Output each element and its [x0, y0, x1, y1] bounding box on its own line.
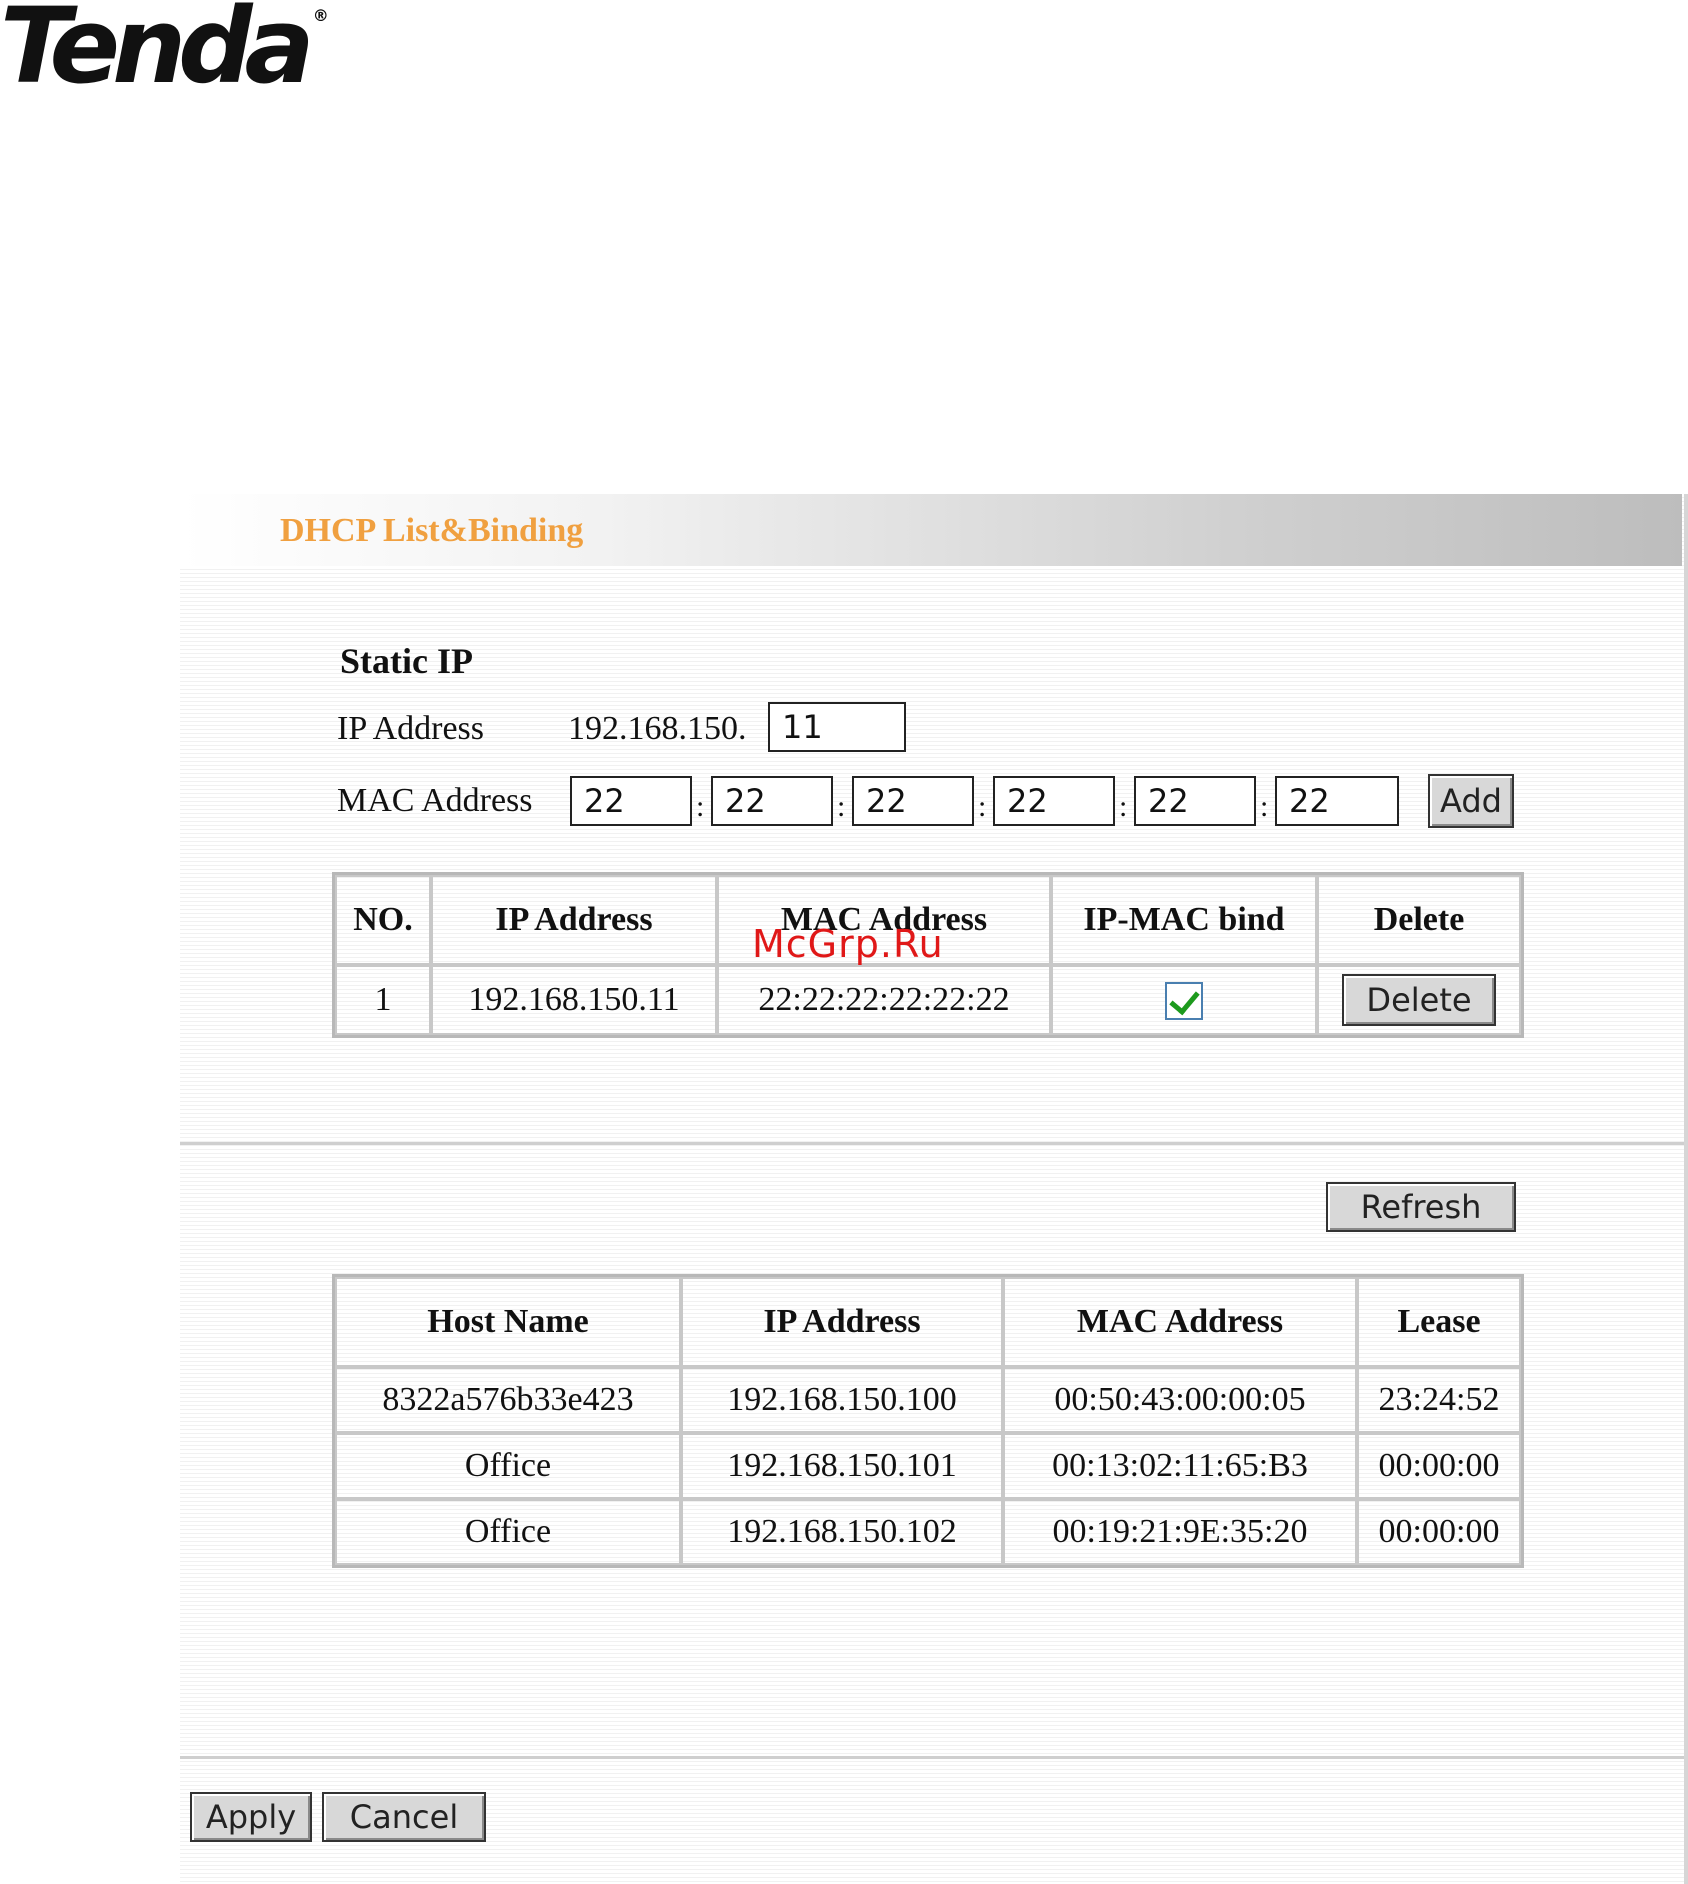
mac-separator: :	[1260, 790, 1269, 823]
mac-octet-1-input[interactable]	[570, 776, 692, 826]
cell-mac: 00:19:21:9E:35:20	[1003, 1499, 1357, 1565]
mac-octet-2-input[interactable]	[711, 776, 833, 826]
table-row: 1 192.168.150.11 22:22:22:22:22:22 Delet…	[335, 965, 1521, 1035]
cancel-button[interactable]: Cancel	[322, 1792, 486, 1842]
table-row: 8322a576b33e423 192.168.150.100 00:50:43…	[335, 1367, 1521, 1433]
mac-address-label: MAC Address	[337, 782, 533, 819]
ip-prefix: 192.168.150.	[568, 710, 747, 747]
col-host-name: Host Name	[335, 1277, 681, 1367]
row-delete-cell: Delete	[1317, 965, 1521, 1035]
page-title: DHCP List&Binding	[280, 512, 584, 549]
col-ip-address: IP Address	[681, 1277, 1003, 1367]
row-mac: 22:22:22:22:22:22	[717, 965, 1051, 1035]
cell-host: 8322a576b33e423	[335, 1367, 681, 1433]
mac-octet-4-input[interactable]	[993, 776, 1115, 826]
cell-host: Office	[335, 1433, 681, 1499]
col-no: NO.	[335, 875, 431, 965]
col-ip-address: IP Address	[431, 875, 717, 965]
divider	[180, 1142, 1684, 1145]
refresh-button[interactable]: Refresh	[1326, 1182, 1516, 1232]
cell-lease: 23:24:52	[1357, 1367, 1521, 1433]
add-button[interactable]: Add	[1428, 774, 1514, 828]
col-ip-mac-bind: IP-MAC bind	[1051, 875, 1317, 965]
apply-button[interactable]: Apply	[190, 1792, 312, 1842]
cell-mac: 00:13:02:11:65:B3	[1003, 1433, 1357, 1499]
row-no: 1	[335, 965, 431, 1035]
tenda-logo: Tenda ®	[0, 0, 329, 107]
mac-separator: :	[837, 790, 846, 823]
mac-separator: :	[696, 790, 705, 823]
mac-separator: :	[1119, 790, 1128, 823]
table-row: Office 192.168.150.101 00:13:02:11:65:B3…	[335, 1433, 1521, 1499]
cell-mac: 00:50:43:00:00:05	[1003, 1367, 1357, 1433]
static-ip-title: Static IP	[340, 641, 473, 681]
cell-ip: 192.168.150.101	[681, 1433, 1003, 1499]
row-bind-cell	[1051, 965, 1317, 1035]
checkmark-icon	[1169, 983, 1200, 1016]
cell-ip: 192.168.150.100	[681, 1367, 1003, 1433]
cell-lease: 00:00:00	[1357, 1499, 1521, 1565]
ip-address-label: IP Address	[337, 710, 485, 747]
watermark: McGrp.Ru	[752, 922, 944, 966]
mac-octet-6-input[interactable]	[1275, 776, 1399, 826]
col-mac-address: MAC Address	[1003, 1277, 1357, 1367]
cell-host: Office	[335, 1499, 681, 1565]
delete-button[interactable]: Delete	[1342, 974, 1496, 1026]
title-bar: DHCP List&Binding	[180, 494, 1682, 566]
dhcp-client-table: Host Name IP Address MAC Address Lease 8…	[332, 1274, 1524, 1568]
client-table-header: Host Name IP Address MAC Address Lease	[335, 1277, 1521, 1367]
cell-ip: 192.168.150.102	[681, 1499, 1003, 1565]
col-delete: Delete	[1317, 875, 1521, 965]
table-row: Office 192.168.150.102 00:19:21:9E:35:20…	[335, 1499, 1521, 1565]
cell-lease: 00:00:00	[1357, 1433, 1521, 1499]
mac-separator: :	[978, 790, 987, 823]
ip-mac-bind-checkbox[interactable]	[1165, 982, 1203, 1021]
mac-octet-3-input[interactable]	[852, 776, 974, 826]
divider	[180, 1756, 1684, 1759]
row-ip: 192.168.150.11	[431, 965, 717, 1035]
ip-last-octet-input[interactable]	[768, 702, 906, 752]
mac-octet-5-input[interactable]	[1134, 776, 1256, 826]
registered-mark: ®	[312, 6, 329, 25]
col-lease: Lease	[1357, 1277, 1521, 1367]
